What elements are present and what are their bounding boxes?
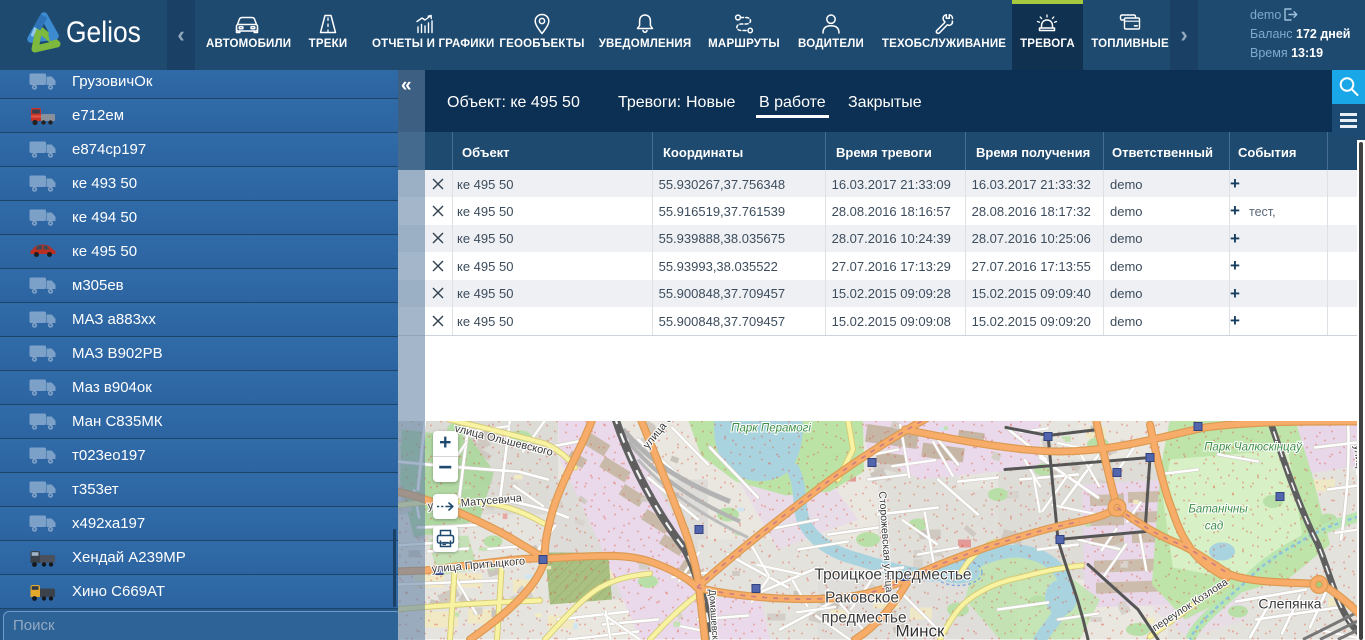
svg-text:предместье: предместье <box>821 610 906 627</box>
svg-text:Слепянка: Слепянка <box>1258 596 1321 612</box>
svg-text:Раковское: Раковское <box>825 590 899 607</box>
svg-text:Парк Чалюскінцаў: Парк Чалюскінцаў <box>1204 442 1303 454</box>
svg-text:Батанічны: Батанічны <box>1188 504 1248 516</box>
svg-text:Парк Перамогі: Парк Перамогі <box>731 423 811 435</box>
svg-text:сад: сад <box>1205 521 1224 533</box>
svg-text:Троицкое предместье: Троицкое предместье <box>814 567 971 584</box>
svg-text:Минск: Минск <box>896 622 946 640</box>
